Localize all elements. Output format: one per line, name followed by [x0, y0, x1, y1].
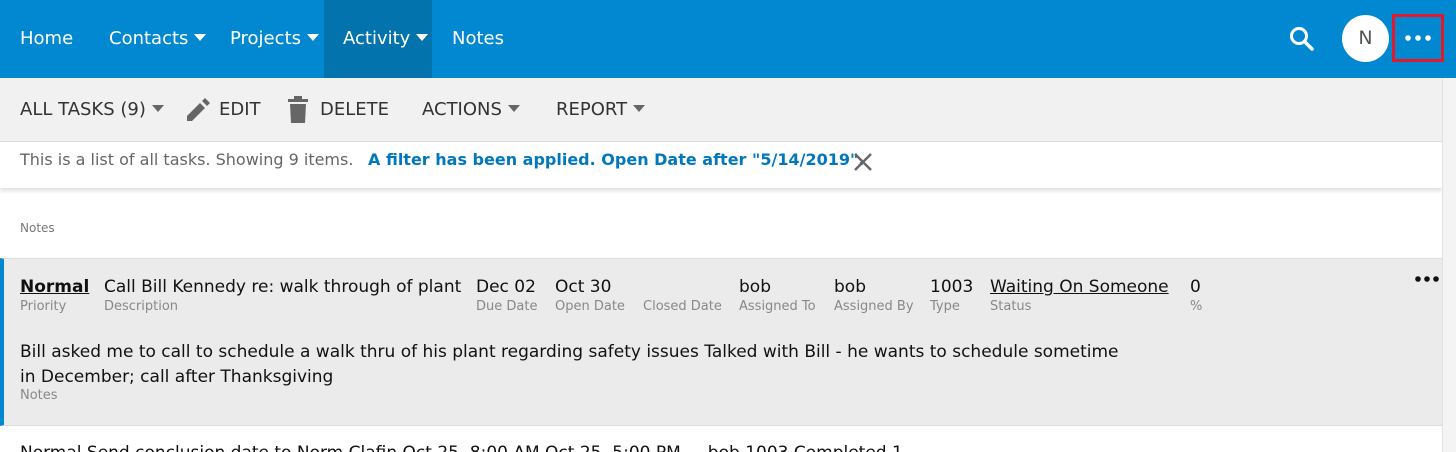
report-label: REPORT	[556, 99, 628, 120]
assigned-by-value: bob	[834, 277, 866, 297]
ellipsis-icon	[1405, 35, 1431, 41]
assigned-by-field: bob Assigned By	[834, 276, 914, 316]
nav-activity[interactable]: Activity	[324, 0, 432, 78]
percent-label: %	[1190, 299, 1203, 314]
nav-contacts[interactable]: Contacts	[109, 0, 207, 78]
chevron-down-icon	[306, 34, 319, 41]
close-icon[interactable]	[852, 151, 874, 173]
due-date-label: Due Date	[476, 299, 538, 314]
task-notes-line-2: in December; call after Thanksgiving	[20, 367, 334, 387]
description-field: Call Bill Kennedy re: walk through of pl…	[104, 276, 461, 316]
next-task-summary: Normal Send conclusion date to Norm Claf…	[20, 443, 903, 452]
closed-date-field: Closed Date	[643, 276, 722, 316]
chevron-down-icon	[151, 105, 164, 112]
percent-field: 0 %	[1190, 276, 1202, 316]
assigned-by-label: Assigned By	[834, 299, 914, 314]
row-ellipsis-icon[interactable]	[1414, 275, 1440, 283]
search-icon[interactable]	[1289, 26, 1315, 52]
chevron-down-icon	[194, 34, 207, 41]
status-value[interactable]: Waiting On Someone	[990, 276, 1169, 298]
open-date-label: Open Date	[555, 299, 625, 314]
pencil-icon	[187, 98, 210, 121]
nav-notes[interactable]: Notes	[452, 0, 504, 78]
top-nav: Home Contacts Projects Activity Notes N	[0, 0, 1456, 78]
task-row[interactable]: Normal Send conclusion date to Norm Claf…	[0, 428, 1442, 452]
type-value: 1003	[930, 277, 974, 297]
list-summary-text: This is a list of all tasks. Showing 9 i…	[20, 150, 354, 169]
due-date-value: Dec 02	[476, 277, 536, 297]
task-row[interactable]: Normal Priority Call Bill Kennedy re: wa…	[0, 258, 1442, 426]
avatar[interactable]: N	[1342, 15, 1389, 62]
closed-date-label: Closed Date	[643, 299, 722, 314]
delete-button[interactable]: DELETE	[320, 78, 389, 142]
more-options-button[interactable]	[1392, 14, 1444, 62]
filter-info-bar: This is a list of all tasks. Showing 9 i…	[0, 142, 1442, 188]
description-value: Call Bill Kennedy re: walk through of pl…	[104, 277, 462, 297]
task-notes-text: Bill asked me to call to schedule a walk…	[20, 340, 1140, 390]
open-date-value: Oct 30	[555, 277, 612, 297]
nav-activity-label: Activity	[343, 28, 411, 49]
status-field: Waiting On Someone Status	[990, 276, 1169, 316]
trash-icon	[288, 96, 308, 123]
status-label: Status	[990, 299, 1032, 314]
report-dropdown[interactable]: REPORT	[556, 78, 646, 142]
assigned-to-value: bob	[739, 277, 771, 297]
actions-dropdown[interactable]: ACTIONS	[422, 78, 520, 142]
vertical-scrollbar[interactable]	[1442, 78, 1456, 452]
nav-projects[interactable]: Projects	[230, 0, 319, 78]
type-field: 1003 Type	[930, 276, 973, 316]
task-notes-label: Notes	[20, 388, 58, 403]
nav-notes-label: Notes	[452, 28, 504, 49]
priority-label: Priority	[20, 299, 67, 314]
assigned-to-field: bob Assigned To	[739, 276, 816, 316]
filter-applied-link[interactable]: A filter has been applied. Open Date aft…	[368, 150, 864, 169]
notes-column-header: Notes	[20, 221, 55, 235]
all-tasks-dropdown[interactable]: ALL TASKS (9)	[20, 78, 164, 142]
closed-date-value	[643, 276, 722, 298]
toolbar: ALL TASKS (9) EDIT DELETE ACTIONS REPORT	[0, 78, 1456, 142]
delete-label: DELETE	[320, 99, 390, 120]
nav-home-label: Home	[20, 28, 74, 49]
edit-label: EDIT	[219, 99, 261, 120]
type-label: Type	[930, 299, 960, 314]
nav-home[interactable]: Home	[20, 0, 73, 78]
chevron-down-icon	[416, 34, 429, 41]
chevron-down-icon	[507, 105, 520, 112]
actions-label: ACTIONS	[422, 99, 502, 120]
due-date-field: Dec 02 Due Date	[476, 276, 537, 316]
task-notes-line-1: Bill asked me to call to schedule a walk…	[20, 342, 1119, 362]
assigned-to-label: Assigned To	[739, 299, 816, 314]
open-date-field: Oct 30 Open Date	[555, 276, 625, 316]
nav-projects-label: Projects	[230, 28, 301, 49]
nav-contacts-label: Contacts	[109, 28, 189, 49]
priority-field: Normal Priority	[20, 276, 89, 316]
percent-value: 0	[1190, 277, 1201, 297]
all-tasks-label: ALL TASKS (9)	[20, 99, 146, 120]
priority-value[interactable]: Normal	[20, 276, 89, 298]
avatar-initial: N	[1358, 27, 1373, 49]
chevron-down-icon	[633, 105, 646, 112]
description-label: Description	[104, 299, 179, 314]
edit-button[interactable]: EDIT	[219, 78, 261, 142]
